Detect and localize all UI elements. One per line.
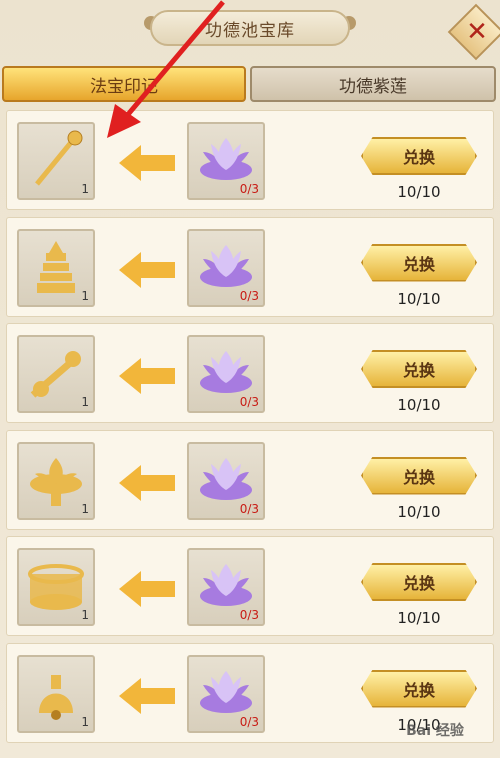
cost-quantity: 0/3 xyxy=(239,608,259,622)
cost-slot[interactable]: 0/3 xyxy=(187,122,265,200)
reward-slot[interactable]: 1 xyxy=(17,441,95,520)
cost-quantity: 0/3 xyxy=(239,288,259,303)
exchange-button-label: 兑换 xyxy=(402,467,435,487)
exchange-arrow-icon xyxy=(119,251,175,288)
reward-slot[interactable]: 1 xyxy=(17,228,95,307)
exchange-button-label: 兑换 xyxy=(402,254,435,274)
list-item: 1 0/3 兑换 10/10 xyxy=(6,536,494,636)
exchange-arrow-icon xyxy=(119,358,175,394)
cost-slot[interactable]: 0/3 xyxy=(187,228,265,307)
list-item: 1 0/3 兑换 10/10 xyxy=(6,110,494,210)
watermark: Bai 经验 xyxy=(370,706,500,754)
exchange-button-label: 兑换 xyxy=(402,680,435,700)
exchange-button[interactable]: 兑换 xyxy=(361,456,477,495)
tab-label: 功德紫莲 xyxy=(339,76,407,97)
close-icon[interactable]: ✕ xyxy=(459,14,495,50)
list-item: 1 0/3 兑换 10/10 xyxy=(6,429,494,530)
cost-slot[interactable]: 0/3 xyxy=(187,548,265,626)
exchange-button-label: 兑换 xyxy=(402,574,435,593)
list-item: 1 0/3 兑换 10/10 xyxy=(6,323,494,423)
exchange-button[interactable]: 兑换 xyxy=(361,563,477,601)
cost-quantity: 0/3 xyxy=(239,182,259,196)
cost-quantity: 0/3 xyxy=(239,501,259,516)
cost-quantity: 0/3 xyxy=(239,395,259,409)
reward-slot[interactable]: 1 xyxy=(17,654,95,733)
exchange-arrow-icon xyxy=(119,145,175,181)
reward-quantity: 1 xyxy=(81,182,89,196)
exchange-remaining: 10/10 xyxy=(397,396,441,414)
reward-slot[interactable]: 1 xyxy=(17,335,95,413)
cost-slot[interactable]: 0/3 xyxy=(187,335,265,413)
reward-quantity: 1 xyxy=(81,395,89,409)
page-title: 功德池宝库 xyxy=(205,20,295,41)
tab-fabao-yinji[interactable]: 法宝印记 xyxy=(2,66,246,102)
exchange-remaining: 10/10 xyxy=(397,183,441,201)
list-item: 1 0/3 兑换 10/10 xyxy=(6,216,494,317)
cost-slot[interactable]: 0/3 xyxy=(187,654,265,733)
exchange-remaining: 10/10 xyxy=(397,289,441,308)
reward-quantity: 1 xyxy=(81,714,89,729)
reward-quantity: 1 xyxy=(81,501,89,516)
exchange-button-label: 兑换 xyxy=(402,148,435,167)
reward-quantity: 1 xyxy=(81,288,89,303)
exchange-button-label: 兑换 xyxy=(402,361,435,380)
tab-bar: 法宝印记 功德紫莲 xyxy=(0,66,500,104)
reward-slot[interactable]: 1 xyxy=(17,122,95,200)
exchange-button[interactable]: 兑换 xyxy=(361,137,477,175)
exchange-button[interactable]: 兑换 xyxy=(361,350,477,388)
tab-label: 法宝印记 xyxy=(90,76,158,97)
title-bar: 功德池宝库 xyxy=(150,10,350,46)
exchange-arrow-icon xyxy=(119,571,175,607)
exchange-remaining: 10/10 xyxy=(397,502,441,521)
exchange-button[interactable]: 兑换 xyxy=(361,669,477,708)
cost-slot[interactable]: 0/3 xyxy=(187,441,265,520)
exchange-list[interactable]: 1 0/3 兑换 10/10 1 0/3 兑换 10/10 1 0/3 兑换 10/10 1 0/3 兑换 1… xyxy=(6,110,494,749)
exchange-arrow-icon xyxy=(119,677,175,714)
tab-gongde-zilian[interactable]: 功德紫莲 xyxy=(250,66,496,102)
reward-quantity: 1 xyxy=(81,608,89,622)
exchange-button[interactable]: 兑换 xyxy=(361,243,477,282)
exchange-remaining: 10/10 xyxy=(397,609,441,627)
exchange-arrow-icon xyxy=(119,464,175,501)
watermark-text: Bai 经验 xyxy=(406,723,464,739)
cost-quantity: 0/3 xyxy=(239,714,259,729)
reward-slot[interactable]: 1 xyxy=(17,548,95,626)
